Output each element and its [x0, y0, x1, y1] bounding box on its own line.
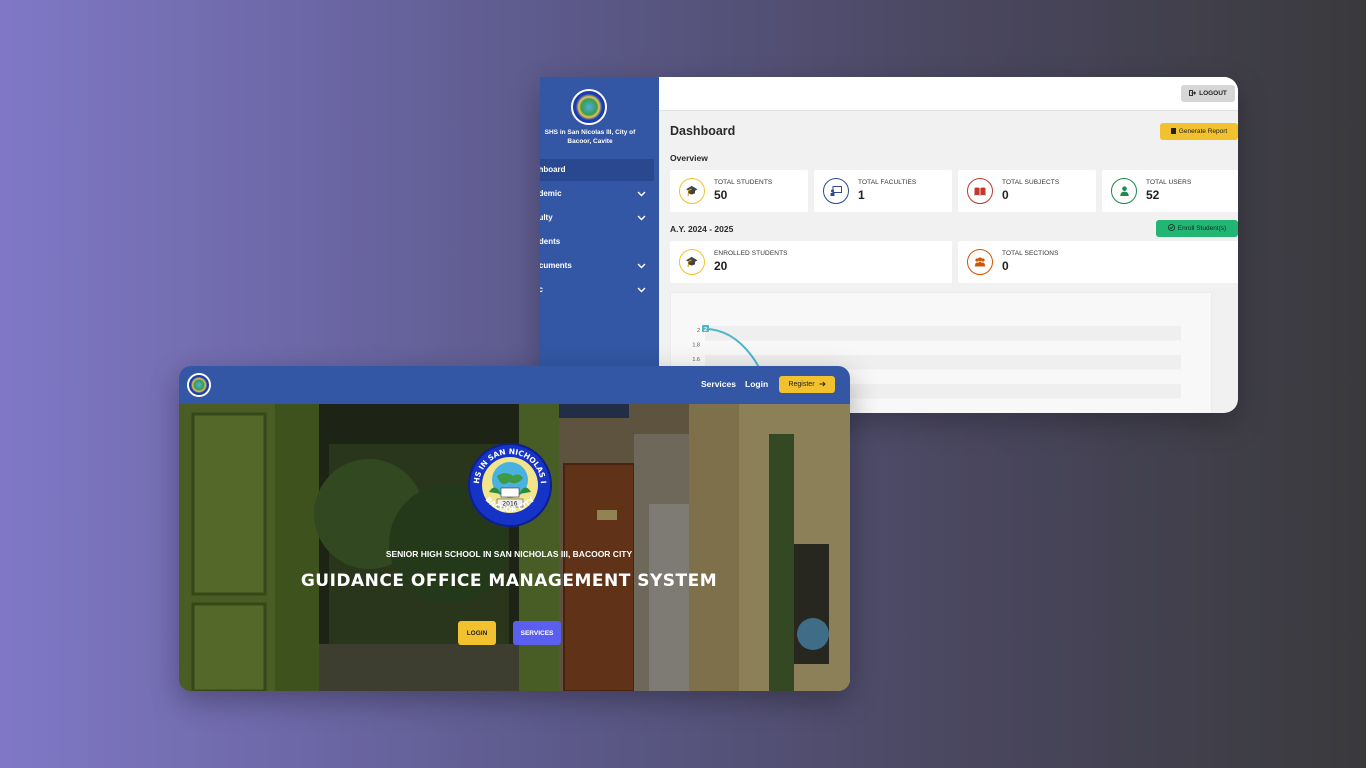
stat-label: TOTAL STUDENTS	[714, 179, 773, 186]
sidebar-item-dashboard[interactable]: shboard	[540, 159, 654, 181]
generate-report-button[interactable]: Generate Report	[1160, 123, 1238, 140]
chart-y-tick-label: 1.8	[692, 343, 700, 349]
stat-card-total-faculties: TOTAL FACULTIES 1	[814, 170, 952, 212]
sidebar-item-academic[interactable]: ademic	[540, 183, 654, 205]
hero-title: GUIDANCE OFFICE MANAGEMENT SYSTEM	[300, 571, 718, 591]
page-title: Dashboard	[670, 124, 736, 138]
stat-value: 0	[1002, 188, 1009, 202]
school-seal-logo: SHS IN SAN NICHOLAS III BACOOR CITY 2016	[467, 442, 552, 527]
dashboard-main: LOGOUT Dashboard Generate Report Overvie…	[659, 77, 1238, 413]
sidebar-item-label: ademic	[540, 189, 562, 198]
hero-login-button[interactable]: LOGIN	[458, 621, 496, 645]
sidebar-item-students[interactable]: udents	[540, 231, 654, 253]
dashboard-window: SHS in San Nicolas III, City of Bacoor, …	[540, 77, 1238, 413]
sidebar-item-label: sc	[540, 285, 543, 294]
hero-services-button[interactable]: SERVICES	[513, 621, 561, 645]
hero-section: SHS IN SAN NICHOLAS III BACOOR CITY 2016…	[179, 404, 850, 691]
stat-value: 20	[714, 259, 728, 273]
graduate-icon: 🎓	[679, 249, 705, 275]
school-logo[interactable]	[187, 373, 211, 397]
seal-year: 2016	[502, 501, 517, 508]
nav-link-login[interactable]: Login	[745, 379, 768, 389]
graduate-icon: 🎓	[679, 178, 705, 204]
landing-window: Services Login Register HS IN SAN NICHOL…	[179, 366, 850, 691]
sidebar-item-misc[interactable]: sc	[540, 279, 654, 301]
overview-heading: Overview	[670, 153, 708, 163]
stat-card-total-users: TOTAL USERS 52	[1102, 170, 1238, 212]
chevron-down-icon	[634, 255, 648, 277]
svg-text:2: 2	[704, 327, 707, 333]
sidebar-item-label: udents	[540, 237, 561, 246]
check-circle-icon	[1167, 224, 1175, 233]
arrow-right-icon	[819, 381, 826, 389]
sidebar-item-label: ocuments	[540, 261, 572, 270]
hero-subtitle: SENIOR HIGH SCHOOL IN SAN NICHOLAS III, …	[385, 549, 633, 559]
stat-card-enrolled-students: 🎓 ENROLLED STUDENTS 20	[670, 241, 952, 283]
stat-card-total-sections: TOTAL SECTIONS 0	[958, 241, 1238, 283]
sidebar-item-label: culty	[540, 213, 553, 222]
enroll-students-label: Enroll Student(s)	[1177, 225, 1227, 232]
chevron-down-icon	[634, 207, 648, 229]
sidebar-item-documents[interactable]: ocuments	[540, 255, 654, 277]
school-logo	[571, 89, 607, 125]
chart-y-tick-label: 2	[697, 328, 700, 334]
stat-card-total-students: 🎓 TOTAL STUDENTS 50	[670, 170, 808, 212]
register-button[interactable]: Register	[779, 376, 835, 393]
user-icon	[1111, 178, 1137, 204]
stat-value: 52	[1146, 188, 1160, 202]
stat-label: ENROLLED STUDENTS	[714, 250, 788, 257]
topbar: LOGOUT	[659, 77, 1238, 111]
landing-navbar: Services Login Register	[179, 366, 850, 404]
sidebar-item-faculty[interactable]: culty	[540, 207, 654, 229]
sidebar-item-label: shboard	[540, 165, 566, 174]
logout-button[interactable]: LOGOUT	[1181, 85, 1235, 102]
chart-y-tick-label: 1.6	[692, 357, 700, 363]
chart-data-label: 2	[702, 325, 709, 333]
generate-report-label: Generate Report	[1178, 128, 1228, 135]
stat-card-total-subjects: TOTAL SUBJECTS 0	[958, 170, 1096, 212]
register-label: Register	[788, 381, 815, 388]
chevron-down-icon	[634, 183, 648, 205]
nav-link-services[interactable]: Services	[701, 379, 736, 389]
stat-value: 1	[858, 188, 865, 202]
teacher-icon	[823, 178, 849, 204]
stat-value: 0	[1002, 259, 1009, 273]
file-icon	[1170, 127, 1176, 136]
logout-icon	[1189, 89, 1197, 98]
stat-label: TOTAL USERS	[1146, 179, 1192, 186]
stat-label: TOTAL SECTIONS	[1002, 250, 1059, 257]
logout-label: LOGOUT	[1199, 90, 1227, 97]
group-icon	[967, 249, 993, 275]
sidebar-school-name: SHS in San Nicolas III, City of Bacoor, …	[544, 129, 636, 145]
sidebar: SHS in San Nicolas III, City of Bacoor, …	[540, 77, 659, 413]
enroll-students-button[interactable]: Enroll Student(s)	[1156, 220, 1238, 237]
stat-value: 50	[714, 188, 728, 202]
chevron-down-icon	[634, 279, 648, 301]
stat-label: TOTAL SUBJECTS	[1002, 179, 1060, 186]
academic-year-heading: A.Y. 2024 - 2025	[670, 224, 734, 234]
book-icon	[967, 178, 993, 204]
chart-grid-band	[705, 326, 1181, 341]
stat-label: TOTAL FACULTIES	[858, 179, 917, 186]
